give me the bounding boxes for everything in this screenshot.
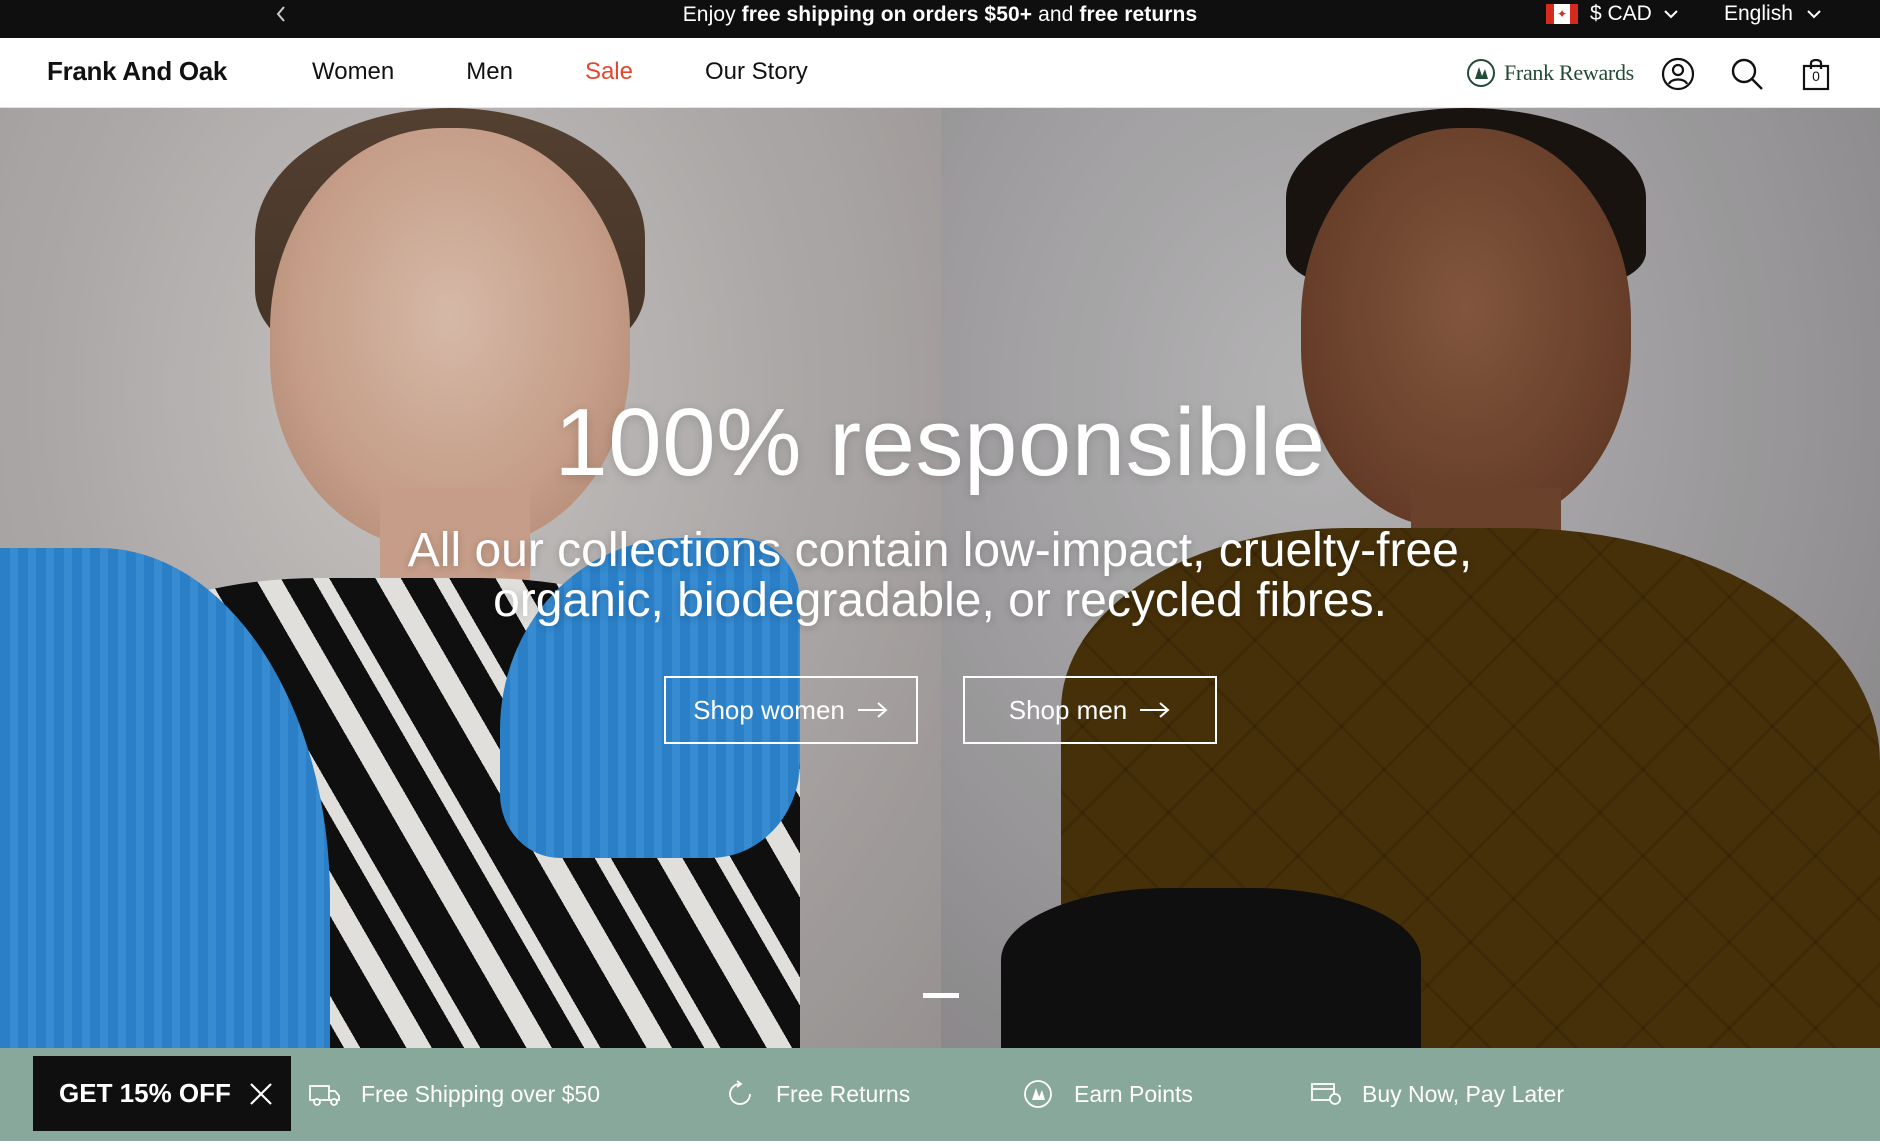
currency-label: $ CAD bbox=[1590, 2, 1652, 25]
search-icon bbox=[1731, 58, 1763, 90]
nav-women[interactable]: Women bbox=[312, 58, 394, 86]
nav-our-story[interactable]: Our Story bbox=[705, 58, 808, 86]
returns-cycle-icon bbox=[724, 1080, 756, 1108]
perk-free-returns: Free Returns bbox=[724, 1080, 910, 1108]
perk-earn-points: Earn Points bbox=[1022, 1080, 1193, 1108]
user-account-icon bbox=[1661, 57, 1695, 91]
discount-offer-label: GET 15% OFF bbox=[59, 1078, 231, 1108]
shop-men-button[interactable]: Shop men bbox=[963, 676, 1217, 744]
cart-count: 0 bbox=[1812, 68, 1820, 84]
arrow-right-icon bbox=[1140, 702, 1170, 718]
announcement-prefix: Enjoy bbox=[682, 3, 742, 26]
announcement-returns: free returns bbox=[1079, 3, 1198, 26]
rewards-badge-icon bbox=[1022, 1080, 1054, 1108]
perk-earn-points-label: Earn Points bbox=[1074, 1080, 1193, 1107]
carousel-indicator[interactable] bbox=[923, 993, 959, 998]
delivery-truck-icon bbox=[309, 1080, 341, 1108]
site-header: Frank And Oak Women Men Sale Our Story F… bbox=[0, 38, 1880, 108]
nav-sale[interactable]: Sale bbox=[585, 58, 633, 86]
shop-women-label: Shop women bbox=[693, 694, 845, 725]
chevron-down-icon bbox=[1664, 10, 1678, 19]
cart-button[interactable]: 0 bbox=[1797, 55, 1835, 93]
page-bottom-strip bbox=[0, 1141, 1880, 1147]
language-selector[interactable]: English bbox=[1724, 0, 1821, 28]
perk-buy-now-pay-later-label: Buy Now, Pay Later bbox=[1362, 1080, 1564, 1107]
arrow-right-icon bbox=[857, 702, 888, 718]
hero-subtitle: All our collections contain low-impact, … bbox=[290, 526, 1590, 626]
close-icon[interactable] bbox=[249, 1082, 273, 1106]
perk-free-returns-label: Free Returns bbox=[776, 1080, 911, 1107]
hero-subtitle-line-1: All our collections contain low-impact, … bbox=[407, 524, 1473, 577]
discount-offer-button[interactable]: GET 15% OFF bbox=[33, 1056, 291, 1131]
main-nav: Women Men Sale Our Story bbox=[312, 58, 808, 86]
account-button[interactable] bbox=[1659, 55, 1697, 93]
shop-men-label: Shop men bbox=[1008, 694, 1128, 725]
canada-flag-icon: ✦ bbox=[1546, 4, 1578, 24]
payment-card-icon bbox=[1310, 1080, 1342, 1108]
chevron-down-icon bbox=[1807, 10, 1821, 19]
perk-free-shipping: Free Shipping over $50 bbox=[309, 1080, 600, 1108]
shop-women-button[interactable]: Shop women bbox=[664, 676, 918, 744]
rewards-label: Frank Rewards bbox=[1504, 60, 1634, 85]
rewards-badge-icon bbox=[1467, 59, 1495, 87]
hero-subtitle-line-2: organic, biodegradable, or recycled fibr… bbox=[493, 574, 1387, 627]
frank-rewards-link[interactable]: Frank Rewards bbox=[1466, 58, 1634, 88]
announcement-middle: and bbox=[1032, 3, 1080, 26]
announcement-bar: Enjoy free shipping on orders $50+ and f… bbox=[0, 0, 1880, 38]
perk-free-shipping-label: Free Shipping over $50 bbox=[361, 1080, 601, 1107]
search-button[interactable] bbox=[1728, 55, 1766, 93]
hero-title: 100% responsible bbox=[554, 389, 1326, 496]
hero-banner: 100% responsible All our collections con… bbox=[0, 108, 1880, 1048]
perks-bar: GET 15% OFF Free Shipping over $50 Free … bbox=[0, 1048, 1880, 1141]
language-label: English bbox=[1724, 2, 1793, 25]
currency-selector[interactable]: ✦ $ CAD bbox=[1546, 0, 1678, 28]
announcement-shipping: free shipping on orders $50+ bbox=[741, 3, 1033, 26]
perk-buy-now-pay-later: Buy Now, Pay Later bbox=[1310, 1080, 1564, 1108]
site-logo[interactable]: Frank And Oak bbox=[47, 56, 227, 87]
nav-men[interactable]: Men bbox=[466, 58, 513, 86]
